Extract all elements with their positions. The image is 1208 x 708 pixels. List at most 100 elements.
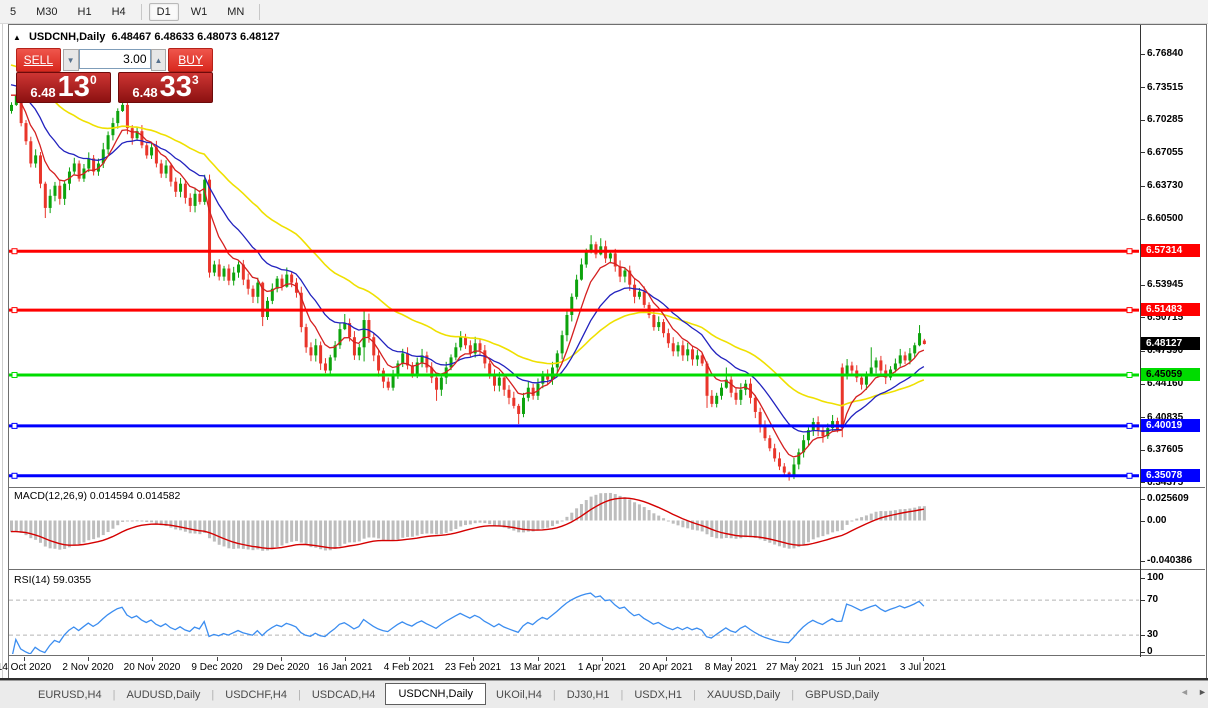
rsi-axis-tick — [1141, 652, 1145, 653]
tab-ukoil[interactable]: UKOil,H4 — [486, 686, 552, 704]
date-axis-label: 14 Oct 2020 — [0, 662, 51, 673]
line-anchor-knob[interactable] — [1127, 473, 1132, 478]
date-axis-tick — [538, 657, 539, 661]
price-axis-tick-label: 6.70285 — [1147, 114, 1183, 125]
tab-usdcnh[interactable]: USDCNH,Daily — [385, 683, 486, 705]
sell-price-big: 13 — [58, 74, 90, 100]
price-axis-tick — [1141, 87, 1145, 88]
tab-xauusd[interactable]: XAUUSD,Daily — [697, 686, 790, 704]
macd-axis-tick — [1141, 521, 1145, 522]
date-axis-label: 13 Mar 2021 — [510, 662, 566, 673]
price-axis-tick — [1141, 482, 1145, 483]
price-level-tag: 6.35078 — [1141, 469, 1200, 482]
date-axis-tick — [88, 657, 89, 661]
price-axis-tick-label: 6.37605 — [1147, 444, 1183, 455]
macd-axis-tick — [1141, 561, 1145, 562]
pane-separator[interactable] — [8, 569, 1205, 570]
symbol-tab-bar: EURUSD,H4|AUDUSD,Daily|USDCHF,H4|USDCAD,… — [0, 680, 1208, 708]
pane-separator[interactable] — [8, 487, 1205, 488]
tab-usdcad[interactable]: USDCAD,H4 — [302, 686, 386, 704]
price-axis-tick-label: 6.60500 — [1147, 213, 1183, 224]
volume-input[interactable] — [79, 49, 151, 69]
line-anchor-knob[interactable] — [12, 473, 17, 478]
collapse-triangle-icon[interactable]: ▲ — [13, 33, 21, 42]
date-axis-label: 29 Dec 2020 — [253, 662, 310, 673]
date-axis-label: 1 Apr 2021 — [578, 662, 626, 673]
price-axis-tick — [1141, 120, 1145, 121]
macd-axis-tick-label: 0.025609 — [1147, 493, 1189, 504]
date-axis-tick — [473, 657, 474, 661]
ma-mid-line[interactable] — [11, 85, 924, 432]
price-level-tag: 6.51483 — [1141, 303, 1200, 316]
price-axis-tick-label: 6.73515 — [1147, 82, 1183, 93]
sell-price-prefix: 6.48 — [30, 86, 55, 100]
line-anchor-knob[interactable] — [1127, 372, 1132, 377]
buy-price-big: 33 — [160, 74, 192, 100]
tab-usdchf[interactable]: USDCHF,H4 — [215, 686, 297, 704]
price-axis-tick — [1141, 384, 1145, 385]
ma-slow-line[interactable] — [11, 65, 924, 406]
candles-layer — [10, 88, 926, 481]
buy-price-tile[interactable]: 6.48 33 3 — [118, 72, 213, 103]
rsi-axis-tick — [1141, 600, 1145, 601]
date-axis-tick — [602, 657, 603, 661]
macd-label: MACD(12,26,9) 0.014594 0.014582 — [14, 490, 180, 502]
date-axis-tick — [859, 657, 860, 661]
date-axis-label: 3 Jul 2021 — [900, 662, 946, 673]
line-anchor-knob[interactable] — [12, 423, 17, 428]
line-anchor-knob[interactable] — [12, 308, 17, 313]
chart-quote-values: 6.48467 6.48633 6.48073 6.48127 — [112, 31, 280, 43]
date-axis-tick — [24, 657, 25, 661]
rsi-line[interactable] — [11, 593, 924, 661]
price-axis-tick — [1141, 54, 1145, 55]
price-axis-tick — [1141, 219, 1145, 220]
line-anchor-knob[interactable] — [1127, 308, 1132, 313]
rsi-axis-tick — [1141, 635, 1145, 636]
last-price-tag: 6.48127 — [1141, 337, 1200, 350]
date-axis-label: 2 Nov 2020 — [62, 662, 113, 673]
rsi-axis-tick — [1141, 578, 1145, 579]
tab-eurusd[interactable]: EURUSD,H4 — [28, 686, 112, 704]
date-axis-tick — [795, 657, 796, 661]
sell-price-tile[interactable]: 6.48 13 0 — [16, 72, 111, 103]
price-axis-tick-label: 6.53945 — [1147, 279, 1183, 290]
tab-usdx[interactable]: USDX,H1 — [624, 686, 692, 704]
buy-button[interactable]: BUY — [168, 48, 213, 72]
buy-price-sup: 3 — [192, 74, 199, 86]
line-anchor-knob[interactable] — [1127, 249, 1132, 254]
buy-price-prefix: 6.48 — [132, 86, 157, 100]
date-axis-tick — [152, 657, 153, 661]
sell-button[interactable]: SELL — [16, 48, 61, 72]
price-axis-tick — [1141, 152, 1145, 153]
volume-decrease-button[interactable]: ▼ — [63, 49, 79, 71]
tabs-scroll-left-icon[interactable]: ◄ — [1180, 687, 1189, 697]
date-axis-label: 4 Feb 2021 — [384, 662, 435, 673]
line-anchor-knob[interactable] — [1127, 423, 1132, 428]
rsi-axis-tick-label: 0 — [1147, 646, 1153, 657]
price-axis-tick — [1141, 351, 1145, 352]
date-axis-label: 20 Apr 2021 — [639, 662, 693, 673]
sell-price-sup: 0 — [90, 74, 97, 86]
tabs-scroll-right-icon[interactable]: ► — [1198, 687, 1207, 697]
date-axis-tick — [281, 657, 282, 661]
rsi-axis-tick-label: 100 — [1147, 572, 1164, 583]
macd-signal-line[interactable] — [11, 498, 924, 548]
price-axis-tick — [1141, 186, 1145, 187]
line-anchor-knob[interactable] — [12, 249, 17, 254]
rsi-label: RSI(14) 59.0355 — [14, 574, 91, 586]
macd-axis-tick-label: -0.040386 — [1147, 555, 1192, 566]
price-axis-tick-label: 6.63730 — [1147, 180, 1183, 191]
date-axis-tick — [666, 657, 667, 661]
price-axis-tick-label: 6.67055 — [1147, 147, 1183, 158]
date-axis-label: 20 Nov 2020 — [124, 662, 181, 673]
date-axis-label: 9 Dec 2020 — [191, 662, 242, 673]
volume-increase-button[interactable]: ▲ — [151, 49, 167, 71]
tab-audusd[interactable]: AUDUSD,Daily — [116, 686, 210, 704]
line-anchor-knob[interactable] — [12, 372, 17, 377]
main-chart-canvas[interactable] — [0, 0, 1208, 707]
tab-dj30[interactable]: DJ30,H1 — [557, 686, 620, 704]
pane-separator — [8, 655, 1205, 656]
tab-gbpusd[interactable]: GBPUSD,Daily — [795, 686, 889, 704]
price-level-tag: 6.45059 — [1141, 368, 1200, 381]
date-axis-tick — [409, 657, 410, 661]
